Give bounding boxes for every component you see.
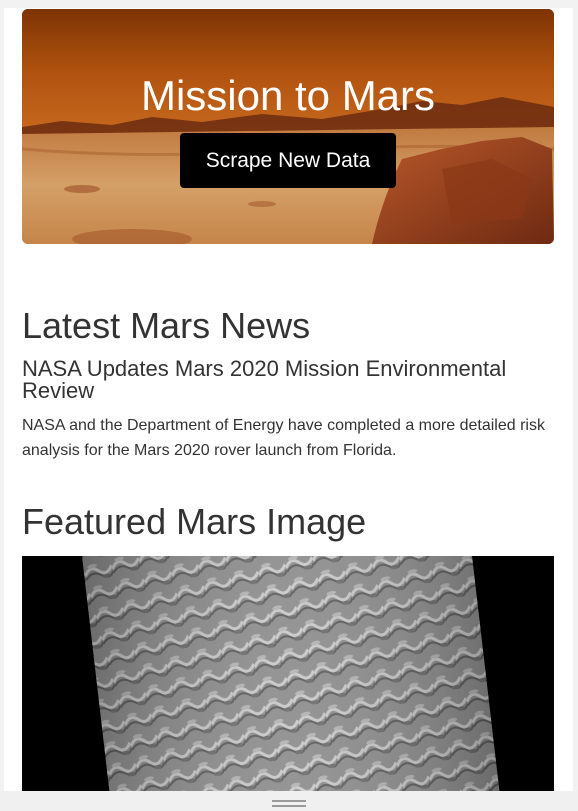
mars-landscape-image bbox=[22, 9, 554, 244]
featured-image-heading: Featured Mars Image bbox=[22, 501, 367, 542]
window-bottom-bar bbox=[0, 791, 578, 811]
drag-handle-icon[interactable] bbox=[272, 800, 306, 807]
page-title: Mission to Mars bbox=[140, 72, 436, 119]
scrape-new-data-button[interactable]: Scrape New Data bbox=[180, 133, 396, 188]
news-title: NASA Updates Mars 2020 Mission Environme… bbox=[22, 356, 507, 403]
hero-banner: Mission to Mars Scrape New Data bbox=[22, 9, 554, 244]
latest-news-heading: Latest Mars News bbox=[22, 305, 311, 346]
news-paragraph: NASA and the Department of Energy have c… bbox=[22, 417, 545, 459]
mars-surface-image bbox=[82, 556, 500, 791]
featured-image bbox=[22, 556, 554, 791]
page-container: Mission to Mars Scrape New Data Latest M… bbox=[4, 8, 573, 791]
